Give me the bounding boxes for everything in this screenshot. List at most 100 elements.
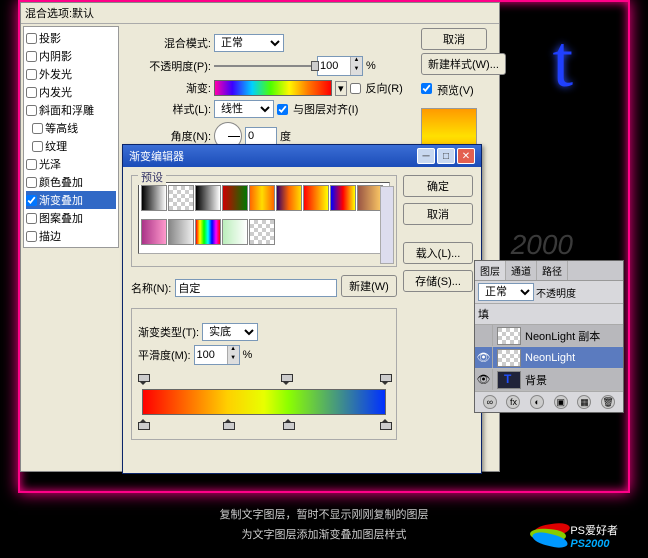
effect-contour[interactable]: 等高线 [26, 119, 116, 137]
preset-swatch[interactable] [195, 185, 221, 211]
preset-swatch[interactable] [141, 219, 167, 245]
preset-swatch[interactable] [195, 219, 221, 245]
opacity-label: 不透明度(P): [147, 58, 211, 74]
effect-bevel[interactable]: 斜面和浮雕 [26, 101, 116, 119]
effect-label: 描边 [39, 228, 61, 244]
gradient-edit-bar[interactable] [142, 389, 386, 415]
effect-checkbox[interactable] [32, 123, 43, 134]
opacity-stop[interactable] [281, 378, 291, 390]
save-button[interactable]: 存储(S)... [403, 270, 473, 292]
maximize-icon[interactable]: □ [437, 148, 455, 164]
blend-mode-label: 混合模式: [147, 35, 211, 51]
effect-checkbox[interactable] [26, 33, 37, 44]
mask-icon[interactable]: ◐ [530, 395, 544, 409]
color-stop[interactable] [380, 414, 390, 426]
effect-checkbox[interactable] [26, 69, 37, 80]
cancel-button[interactable]: 取消 [421, 28, 487, 50]
minimize-icon[interactable]: ─ [417, 148, 435, 164]
color-stop[interactable] [283, 414, 293, 426]
preset-swatch[interactable] [330, 185, 356, 211]
watermark-logo: PS爱好者PS2000 [534, 522, 618, 550]
preset-swatch[interactable] [222, 185, 248, 211]
presets-scrollbar[interactable] [380, 186, 394, 264]
cancel-button[interactable]: 取消 [403, 203, 473, 225]
smoothness-percent: % [243, 349, 253, 361]
effect-texture[interactable]: 纹理 [26, 137, 116, 155]
effect-checkbox[interactable] [32, 141, 43, 152]
blend-mode-select[interactable]: 正常 [214, 34, 284, 52]
effect-outerGlow[interactable]: 外发光 [26, 65, 116, 83]
effect-gradientOverlay[interactable]: 渐变叠加 [26, 191, 116, 209]
effect-stroke[interactable]: 描边 [26, 227, 116, 245]
effect-label: 内发光 [39, 84, 72, 100]
trash-icon[interactable]: 🗑 [601, 395, 615, 409]
angle-input[interactable] [245, 127, 277, 145]
style-select[interactable]: 线性 [214, 100, 274, 118]
effect-checkbox[interactable] [26, 51, 37, 62]
visibility-icon[interactable] [475, 325, 493, 346]
effect-checkbox[interactable] [26, 177, 37, 188]
effect-checkbox[interactable] [26, 213, 37, 224]
effect-satin[interactable]: 光泽 [26, 155, 116, 173]
effect-patternOverlay[interactable]: 图案叠加 [26, 209, 116, 227]
opacity-input[interactable]: ▲▼ [317, 56, 363, 76]
preset-swatch[interactable] [303, 185, 329, 211]
layer-row[interactable]: 👁背景 [475, 369, 623, 391]
effect-checkbox[interactable] [26, 105, 37, 116]
reverse-checkbox[interactable] [350, 83, 361, 94]
fx-icon[interactable]: fx [506, 395, 520, 409]
effect-colorOverlay[interactable]: 颜色叠加 [26, 173, 116, 191]
effect-checkbox[interactable] [26, 195, 37, 206]
gradient-type-select[interactable]: 实底 [202, 323, 258, 341]
preset-swatch[interactable] [276, 185, 302, 211]
effect-label: 内阴影 [39, 48, 72, 64]
effect-innerShadow[interactable]: 内阴影 [26, 47, 116, 65]
layer-row[interactable]: NeonLight 副本 [475, 325, 623, 347]
name-input[interactable] [175, 279, 337, 297]
preset-swatch[interactable] [168, 219, 194, 245]
background-neon-letter: t [552, 20, 573, 105]
color-stop[interactable] [138, 414, 148, 426]
style-label: 样式(L): [147, 101, 211, 117]
layer-blend-select[interactable]: 正常 [478, 283, 534, 301]
visibility-icon[interactable]: 👁 [475, 347, 493, 368]
effect-label: 图案叠加 [39, 210, 83, 226]
presets-grid [138, 182, 390, 254]
panel-tab[interactable]: 通道 [506, 261, 537, 280]
link-icon[interactable]: ∞ [483, 395, 497, 409]
opacity-stop[interactable] [380, 378, 390, 390]
preset-swatch[interactable] [222, 219, 248, 245]
preset-swatch[interactable] [249, 219, 275, 245]
smoothness-input[interactable]: ▲▼ [194, 345, 240, 365]
align-checkbox[interactable] [277, 104, 288, 115]
new-layer-icon[interactable]: ▦ [577, 395, 591, 409]
preset-swatch[interactable] [168, 185, 194, 211]
color-stop[interactable] [223, 414, 233, 426]
opacity-stop[interactable] [138, 378, 148, 390]
panel-tab[interactable]: 图层 [475, 261, 506, 280]
opacity-slider[interactable] [214, 65, 314, 67]
effect-label: 等高线 [45, 120, 78, 136]
effect-label: 光泽 [39, 156, 61, 172]
ok-button[interactable]: 确定 [403, 175, 473, 197]
new-gradient-button[interactable]: 新建(W) [341, 275, 397, 297]
preset-swatch[interactable] [141, 185, 167, 211]
preview-checkbox[interactable] [421, 83, 432, 94]
new-style-button[interactable]: 新建样式(W)... [421, 53, 506, 75]
folder-icon[interactable]: ▣ [554, 395, 568, 409]
visibility-icon[interactable]: 👁 [475, 369, 493, 390]
gradient-preview-bar[interactable] [214, 80, 332, 96]
gradient-dropdown-icon[interactable]: ▾ [335, 81, 347, 96]
effect-dropShadow[interactable]: 投影 [26, 29, 116, 47]
load-button[interactable]: 载入(L)... [403, 242, 473, 264]
effect-label: 颜色叠加 [39, 174, 83, 190]
effect-label: 渐变叠加 [39, 192, 83, 208]
effect-innerGlow[interactable]: 内发光 [26, 83, 116, 101]
effect-checkbox[interactable] [26, 87, 37, 98]
panel-tab[interactable]: 路径 [537, 261, 568, 280]
close-icon[interactable]: ✕ [457, 148, 475, 164]
layer-row[interactable]: 👁NeonLight [475, 347, 623, 369]
effect-checkbox[interactable] [26, 231, 37, 242]
preset-swatch[interactable] [249, 185, 275, 211]
effect-checkbox[interactable] [26, 159, 37, 170]
